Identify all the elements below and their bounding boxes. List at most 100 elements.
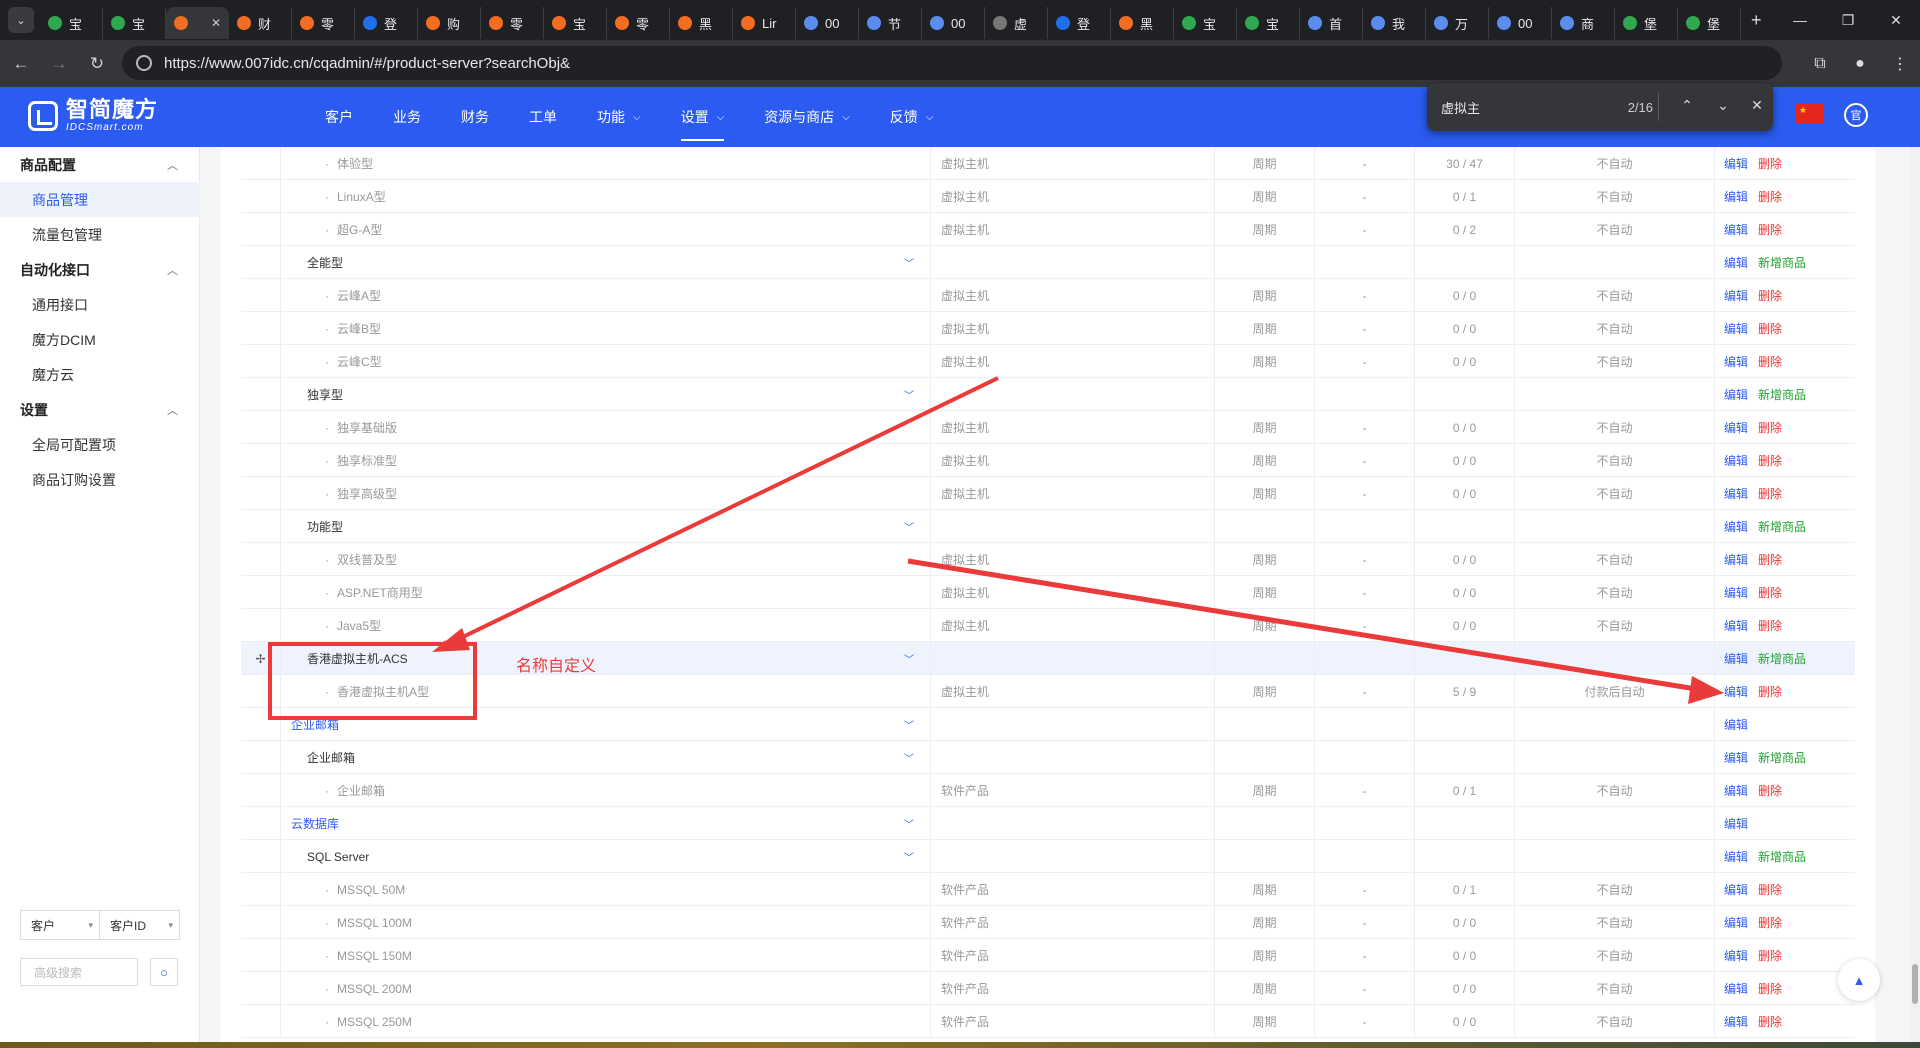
browser-tab[interactable]: 节 — [859, 7, 922, 39]
browser-tab[interactable]: 宝 — [40, 7, 103, 39]
table-row[interactable]: MSSQL 50M 软件产品周期-0 / 1不自动编辑删除 — [241, 873, 1855, 906]
browser-tab[interactable]: 黑 — [1111, 7, 1174, 39]
sidebar-item[interactable]: 全局可配置项 — [0, 427, 200, 462]
find-close-icon[interactable]: ✕ — [1747, 97, 1767, 114]
edit-link[interactable]: 编辑 — [1724, 749, 1748, 766]
browser-tab[interactable]: 我 — [1363, 7, 1426, 39]
table-row[interactable]: 双线普及型 虚拟主机周期-0 / 0不自动编辑删除 — [241, 543, 1855, 576]
sidebar-group[interactable]: 商品配置 ︿ — [0, 147, 200, 182]
browser-tab[interactable]: 黑 — [670, 7, 733, 39]
logo[interactable]: 智简魔方 IDCSmart.com — [28, 99, 158, 133]
table-row[interactable]: 功能型 ﹀ 编辑 新增商品 — [241, 510, 1855, 543]
delete-link[interactable]: 删除 — [1758, 188, 1782, 205]
browser-menu-icon[interactable]: ⋮ — [1880, 54, 1920, 74]
table-row[interactable]: MSSQL 250M 软件产品周期-0 / 0不自动编辑删除 — [241, 1005, 1855, 1038]
browser-tab[interactable]: Lir — [733, 7, 796, 39]
browser-tab[interactable]: 00 — [796, 7, 859, 39]
edit-link[interactable]: 编辑 — [1724, 452, 1748, 469]
search-button[interactable]: ○ — [150, 958, 178, 986]
find-input[interactable]: 虚拟主 — [1441, 98, 1591, 117]
edit-link[interactable]: 编辑 — [1724, 1013, 1748, 1030]
delete-link[interactable]: 删除 — [1758, 584, 1782, 601]
edit-link[interactable]: 编辑 — [1724, 617, 1748, 634]
expand-chevron-icon[interactable]: ﹀ — [904, 816, 914, 831]
table-row[interactable]: SQL Server ﹀ 编辑 新增商品 — [241, 840, 1855, 873]
table-row[interactable]: 云峰A型 虚拟主机周期-0 / 0不自动编辑删除 — [241, 279, 1855, 312]
delete-link[interactable]: 删除 — [1758, 683, 1782, 700]
expand-chevron-icon[interactable]: ﹀ — [904, 387, 914, 402]
table-row[interactable]: 全能型 ﹀ 编辑 新增商品 — [241, 246, 1855, 279]
delete-link[interactable]: 删除 — [1758, 980, 1782, 997]
table-row[interactable]: Java5型 虚拟主机周期-0 / 0不自动编辑删除 — [241, 609, 1855, 642]
table-row[interactable]: 云数据库 ﹀ 编辑 — [241, 807, 1855, 840]
table-row[interactable]: 企业邮箱 ﹀ 编辑 — [241, 708, 1855, 741]
browser-tab[interactable]: 宝 — [1174, 7, 1237, 39]
filter-type-select[interactable]: 客户 ▾ — [20, 910, 100, 940]
scrollbar-thumb[interactable] — [1912, 964, 1918, 1004]
nav-item[interactable]: 反馈 ⌵ — [870, 87, 954, 147]
table-row[interactable]: 独享基础版 虚拟主机周期-0 / 0不自动编辑删除 — [241, 411, 1855, 444]
sidebar-item[interactable]: 商品管理 — [0, 182, 200, 217]
delete-link[interactable]: 删除 — [1758, 452, 1782, 469]
back-to-top-button[interactable]: ▲ — [1838, 959, 1880, 1001]
site-info-icon[interactable] — [136, 55, 152, 71]
table-row[interactable]: MSSQL 100M 软件产品周期-0 / 0不自动编辑删除 — [241, 906, 1855, 939]
browser-tab[interactable]: 虚 — [985, 7, 1048, 39]
browser-tab[interactable]: 宝 — [544, 7, 607, 39]
nav-item[interactable]: 功能 ⌵ — [577, 87, 661, 147]
edit-link[interactable]: 编辑 — [1724, 980, 1748, 997]
sidebar-item[interactable]: 通用接口 — [0, 287, 200, 322]
find-previous-icon[interactable]: ⌃ — [1677, 97, 1697, 114]
table-row[interactable]: 独享高级型 虚拟主机周期-0 / 0不自动编辑删除 — [241, 477, 1855, 510]
table-row[interactable]: 独享标准型 虚拟主机周期-0 / 0不自动编辑删除 — [241, 444, 1855, 477]
table-row[interactable]: 体验型 虚拟主机周期-30 / 47不自动编辑删除 — [241, 147, 1855, 180]
address-input[interactable]: https://www.007idc.cn/cqadmin/#/product-… — [122, 46, 1782, 80]
add-link[interactable]: 新增商品 — [1758, 848, 1806, 865]
browser-tab[interactable]: 登 — [355, 7, 418, 39]
edit-link[interactable]: 编辑 — [1724, 320, 1748, 337]
edit-link[interactable]: 编辑 — [1724, 485, 1748, 502]
nav-item[interactable]: 设置 ⌵ — [661, 87, 745, 147]
nav-item[interactable]: 客户 — [305, 87, 373, 147]
back-icon[interactable]: ← — [4, 47, 38, 81]
edit-link[interactable]: 编辑 — [1724, 221, 1748, 238]
edit-link[interactable]: 编辑 — [1724, 683, 1748, 700]
edit-link[interactable]: 编辑 — [1724, 815, 1748, 832]
edit-link[interactable]: 编辑 — [1724, 914, 1748, 931]
delete-link[interactable]: 删除 — [1758, 320, 1782, 337]
delete-link[interactable]: 删除 — [1758, 551, 1782, 568]
page-scrollbar[interactable] — [1910, 147, 1920, 1042]
browser-tab[interactable]: ✕ — [166, 7, 229, 39]
delete-link[interactable]: 删除 — [1758, 485, 1782, 502]
edit-link[interactable]: 编辑 — [1724, 551, 1748, 568]
expand-chevron-icon[interactable]: ﹀ — [904, 651, 914, 666]
edit-link[interactable]: 编辑 — [1724, 584, 1748, 601]
delete-link[interactable]: 删除 — [1758, 155, 1782, 172]
delete-link[interactable]: 删除 — [1758, 617, 1782, 634]
delete-link[interactable]: 删除 — [1758, 881, 1782, 898]
edit-link[interactable]: 编辑 — [1724, 848, 1748, 865]
expand-chevron-icon[interactable]: ﹀ — [904, 717, 914, 732]
nav-item[interactable]: 业务 — [373, 87, 441, 147]
sidebar-item[interactable]: 商品订购设置 — [0, 462, 200, 497]
restore-icon[interactable]: ❐ — [1824, 0, 1872, 40]
expand-chevron-icon[interactable]: ﹀ — [904, 519, 914, 534]
edit-link[interactable]: 编辑 — [1724, 386, 1748, 403]
browser-tab[interactable]: 财 — [229, 7, 292, 39]
add-link[interactable]: 新增商品 — [1758, 518, 1806, 535]
language-flag-icon[interactable] — [1796, 104, 1824, 124]
browser-tab[interactable]: 万 — [1426, 7, 1489, 39]
browser-tab[interactable]: 登 — [1048, 7, 1111, 39]
delete-link[interactable]: 删除 — [1758, 353, 1782, 370]
browser-tab[interactable]: 首 — [1300, 7, 1363, 39]
table-row[interactable]: 云峰B型 虚拟主机周期-0 / 0不自动编辑删除 — [241, 312, 1855, 345]
delete-link[interactable]: 删除 — [1758, 221, 1782, 238]
add-link[interactable]: 新增商品 — [1758, 386, 1806, 403]
expand-chevron-icon[interactable]: ﹀ — [904, 750, 914, 765]
close-window-icon[interactable]: ✕ — [1872, 0, 1920, 40]
table-row[interactable]: ✢ 香港虚拟主机-ACS ﹀ 编辑 新增商品 — [241, 642, 1855, 675]
table-row[interactable]: 企业邮箱 ﹀ 编辑 新增商品 — [241, 741, 1855, 774]
expand-chevron-icon[interactable]: ﹀ — [904, 255, 914, 270]
delete-link[interactable]: 删除 — [1758, 287, 1782, 304]
forward-icon[interactable]: → — [42, 47, 76, 81]
